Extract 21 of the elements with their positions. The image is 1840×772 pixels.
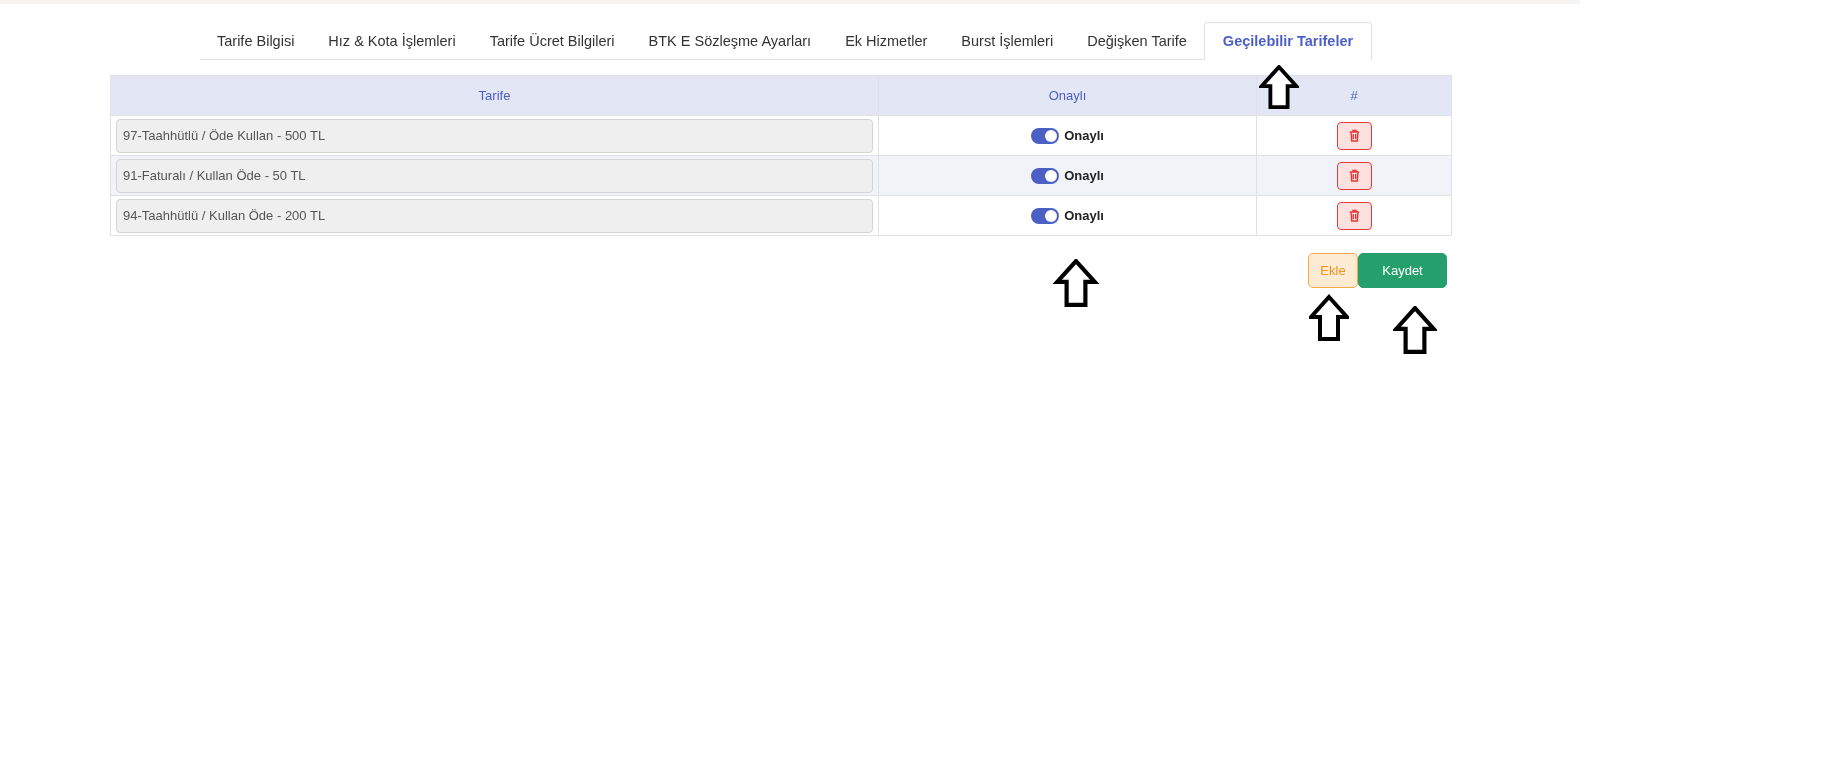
toggle-switch[interactable]: [1031, 167, 1060, 184]
tariff-field[interactable]: 94-Taahhütlü / Kullan Öde - 200 TL: [116, 198, 873, 233]
trash-icon: [1348, 209, 1360, 222]
arrow-up-icon: [1393, 306, 1437, 354]
delete-button[interactable]: [1336, 161, 1372, 190]
delete-button[interactable]: [1336, 201, 1372, 230]
arrow-up-icon: [1259, 65, 1299, 109]
tab[interactable]: Geçilebilir Tarifeler: [1203, 22, 1373, 60]
trash-icon: [1348, 169, 1360, 182]
arrow-up-icon: [1309, 294, 1349, 342]
toggle-label: Onaylı: [1064, 128, 1104, 143]
toggle-label: Onaylı: [1064, 168, 1104, 183]
delete-button[interactable]: [1336, 121, 1372, 150]
tariff-field[interactable]: 91-Faturalı / Kullan Öde - 50 TL: [116, 158, 873, 193]
column-header: Tarife: [477, 87, 512, 105]
arrow-up-icon: [1052, 259, 1100, 307]
tariff-field[interactable]: 97-Taahhütlü / Öde Kullan - 500 TL: [116, 118, 873, 153]
trash-icon: [1348, 129, 1360, 142]
toggle-label: Onaylı: [1064, 208, 1104, 223]
toggle-switch[interactable]: [1031, 127, 1060, 144]
toggle-switch[interactable]: [1031, 207, 1060, 224]
